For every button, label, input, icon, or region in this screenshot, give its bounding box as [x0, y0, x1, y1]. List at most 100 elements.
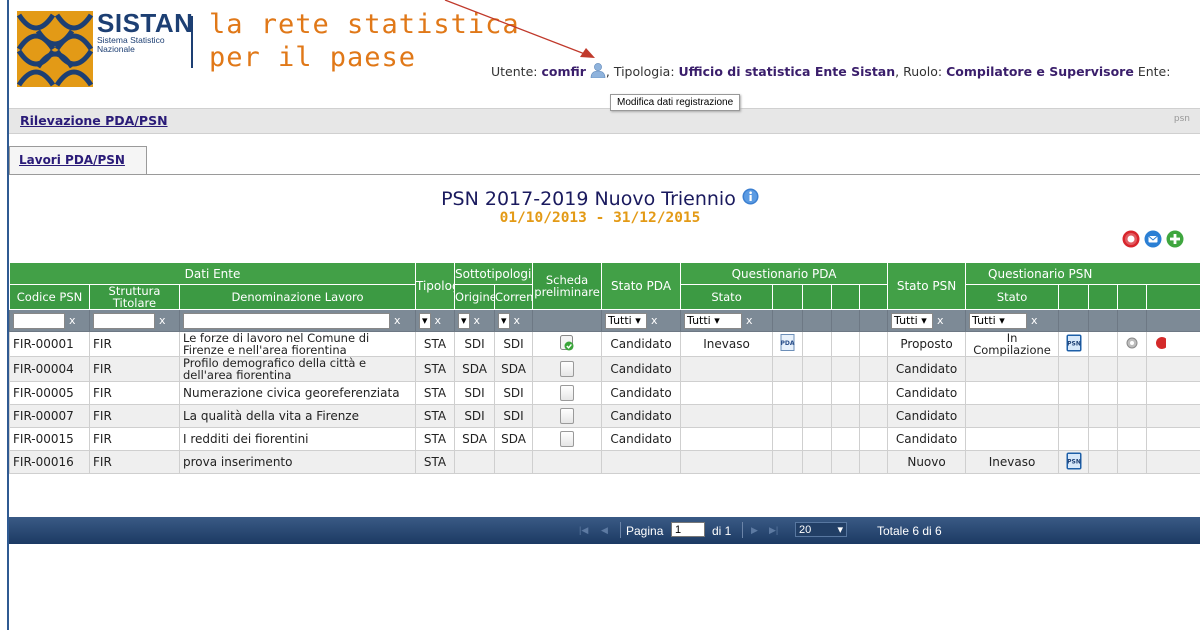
prev-page-icon[interactable]: ◀	[601, 525, 608, 536]
scheda-checkbox[interactable]	[560, 431, 575, 447]
column-header-origine[interactable]: Origine	[454, 284, 496, 310]
cell-struttura: FIR	[89, 427, 180, 451]
clear-filter-icon[interactable]: x	[1031, 314, 1038, 327]
filter-stato-pda-select[interactable]: Tutti ▾	[605, 312, 648, 329]
column-header-denominazione[interactable]: Denominazione Lavoro	[178, 284, 417, 310]
column-header-stato-psn[interactable]: Stato PSN	[887, 262, 967, 310]
tab-lavori[interactable]: Lavori PDA/PSN	[9, 146, 147, 174]
cell-origine: SDA	[454, 427, 496, 451]
filter-tipologia-select[interactable]: ▾	[419, 312, 431, 329]
cell-q-psn-stato: Inevaso	[965, 450, 1060, 474]
tab-strip: Lavori PDA/PSN	[9, 146, 1200, 175]
filter-denominazione-input[interactable]	[183, 312, 390, 329]
gear-icon[interactable]	[1124, 335, 1140, 351]
cell-q-psn-stato: In Compilazione	[965, 331, 1060, 357]
table-row[interactable]: FIR-00015 FIR I redditi dei fiorentini STA S…	[9, 427, 1200, 451]
table-row[interactable]: FIR-00005 FIR Numerazione civica georefere…	[9, 381, 1200, 405]
filter-origine-select[interactable]: ▾	[458, 312, 470, 329]
breadcrumb-link[interactable]: Rilevazione PDA/PSN	[20, 113, 168, 128]
filter-blank	[831, 309, 861, 332]
sistan-logo[interactable]: SISTAN Sistema Statistico Nazionale	[17, 6, 193, 87]
clear-filter-icon[interactable]: x	[394, 314, 401, 327]
scheda-checked-icon[interactable]	[560, 334, 574, 351]
table-row[interactable]: FIR-00016 FIR prova inserimento STA Nuovo Ine…	[9, 450, 1200, 474]
clear-filter-icon[interactable]: x	[69, 314, 76, 327]
column-header-q-pda-stato[interactable]: Stato	[680, 284, 774, 310]
add-icon[interactable]	[1166, 230, 1184, 248]
cell-q-psn-stato	[965, 427, 1060, 451]
svg-text:PSN: PSN	[1067, 340, 1081, 347]
next-page-icon[interactable]: ▶	[751, 525, 758, 536]
clear-filter-icon[interactable]: x	[514, 314, 521, 327]
filter-stato-psn-select[interactable]: Tutti ▾	[891, 312, 934, 329]
cell-q-pda-stato	[680, 450, 774, 474]
cell-delete	[1146, 381, 1200, 405]
filter-struttura-input[interactable]	[93, 312, 155, 329]
cell-stato-psn: Candidato	[887, 356, 967, 382]
cell-q-psn-icon: PSN	[1058, 450, 1090, 474]
first-page-icon[interactable]: |◀	[579, 525, 588, 536]
filter-scheda	[532, 309, 603, 332]
page-size-select[interactable]: 20 ▾	[795, 522, 847, 537]
clear-filter-icon[interactable]: x	[435, 314, 442, 327]
pda-document-icon[interactable]: PDA	[780, 333, 796, 352]
scheda-checkbox[interactable]	[560, 408, 575, 424]
cell-origine: SDI	[454, 331, 496, 357]
delete-row-icon[interactable]	[1150, 335, 1169, 351]
cell-blank	[831, 427, 861, 451]
column-header-struttura[interactable]: Struttura Titolare	[89, 284, 180, 310]
cell-q-psn-icon	[1058, 404, 1090, 428]
cell-q-psn-stato	[965, 381, 1060, 405]
cell-tipologia: STA	[415, 356, 456, 382]
ruolo-value: Compilatore e Supervisore	[946, 64, 1134, 79]
filter-corrente-select[interactable]: ▾	[498, 312, 510, 329]
info-icon[interactable]	[742, 188, 759, 205]
cell-delete	[1146, 404, 1200, 428]
clear-filter-icon[interactable]: x	[651, 314, 658, 327]
cell-q-pda-stato	[680, 381, 774, 405]
table-row[interactable]: FIR-00007 FIR La qualità della vita a Fire…	[9, 404, 1200, 428]
clear-filter-icon[interactable]: x	[159, 314, 166, 327]
column-header-tipologia[interactable]: Tipologia	[415, 262, 456, 310]
cell-blank	[1088, 450, 1119, 474]
column-header-stato-pda[interactable]: Stato PDA	[601, 262, 682, 310]
group-header-questionario-pda: Questionario PDA	[680, 262, 889, 285]
psn-document-icon[interactable]: PSN	[1066, 452, 1082, 470]
last-page-icon[interactable]: ▶|	[769, 525, 778, 536]
cell-scheda	[532, 356, 603, 382]
delete-icon[interactable]	[1122, 230, 1140, 248]
clear-filter-icon[interactable]: x	[937, 314, 944, 327]
column-header-q-psn-stato[interactable]: Stato	[965, 284, 1060, 310]
user-label: Utente:	[491, 64, 538, 79]
cell-settings	[1117, 427, 1148, 451]
table-row[interactable]: FIR-00004 FIR Profilo demografico della ci…	[9, 356, 1200, 382]
column-header-blank	[772, 284, 804, 310]
date-range: 01/10/2013 - 31/12/2015	[499, 210, 701, 226]
filter-row: x x x ▾ x ▾ x ▾ x Tutti ▾ x Tutti ▾ x Tutti ▾…	[9, 309, 1200, 332]
cell-stato-pda: Candidato	[601, 381, 682, 405]
clear-filter-icon[interactable]: x	[746, 314, 753, 327]
cell-denominazione: Le forze di lavoro nel Comune di Firenze…	[178, 331, 417, 357]
scheda-checkbox[interactable]	[560, 385, 575, 401]
scheda-checkbox[interactable]	[560, 361, 575, 377]
total-count: Totale 6 di 6	[877, 524, 942, 538]
table-row[interactable]: FIR-00001 FIR Le forze di lavoro nel Comun…	[9, 331, 1200, 357]
psn-document-icon[interactable]: PSN	[1066, 334, 1082, 352]
filter-q-pda-stato-select[interactable]: Tutti ▾	[684, 312, 743, 329]
filter-codice-input[interactable]	[13, 312, 65, 329]
cell-blank	[1088, 404, 1119, 428]
filter-codice: x	[9, 309, 90, 332]
column-header-corrente[interactable]: Corrente	[494, 284, 534, 310]
column-header-scheda[interactable]: Scheda preliminare	[532, 262, 603, 310]
cell-codice: FIR-00015	[9, 427, 90, 451]
filter-q-psn-stato-select[interactable]: Tutti ▾	[969, 312, 1028, 329]
cell-blank	[859, 450, 889, 474]
cell-origine: SDI	[454, 404, 496, 428]
cell-q-pda-icon	[772, 427, 804, 451]
clear-filter-icon[interactable]: x	[474, 314, 481, 327]
column-header-codice[interactable]: Codice PSN	[9, 284, 90, 310]
page-input[interactable]: 1	[671, 522, 705, 537]
mail-icon[interactable]	[1144, 230, 1162, 248]
filter-q-pda-stato: Tutti ▾ x	[680, 309, 774, 332]
cell-blank	[802, 450, 833, 474]
